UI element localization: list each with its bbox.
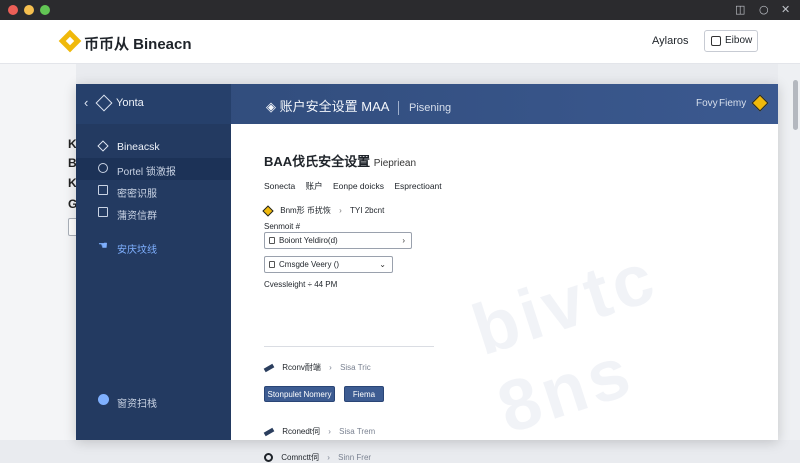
close-window-button[interactable]: [8, 5, 18, 15]
header-link-1[interactable]: Fovy: [696, 98, 718, 109]
chevron-right-icon: ›: [327, 453, 330, 462]
info-icon: [98, 394, 109, 405]
select-box-2[interactable]: Cmsgde Veery () ⌄: [264, 256, 393, 273]
sidebar-item-portal[interactable]: Portel 锁激报: [76, 158, 231, 180]
breadcrumb: ◈ 账户安全设置 MAA Pisening: [266, 96, 451, 115]
cube-icon: [97, 140, 109, 152]
breadcrumb-extra: MAA: [361, 99, 389, 114]
close-icon[interactable]: ✕: [781, 3, 790, 16]
sidebar-item-label: 密密识服: [117, 189, 157, 200]
tab-devices[interactable]: Eonpe doicks: [333, 181, 384, 191]
crumb-right[interactable]: TYI 2bcnt: [350, 206, 384, 215]
circle-icon[interactable]: ○: [759, 3, 769, 16]
sidebar-item-label: 安庆坟线: [117, 245, 157, 256]
main-content: bivtc 8ns BAA伐氏安全设置 Piepriean Sonecta 账户…: [231, 124, 778, 463]
breadcrumb-title: 账户安全设置: [279, 99, 358, 114]
security-settings-dialog: ‹ Yonta ◈ 账户安全设置 MAA Pisening Fovy Fiemy…: [76, 84, 778, 463]
server-icon: [98, 207, 108, 217]
tab-account[interactable]: 账户: [306, 181, 323, 191]
sidebar-item-home[interactable]: Bineacsk: [76, 136, 231, 158]
tab-security[interactable]: Sonecta: [264, 181, 295, 191]
dialog-header-nav: ‹ Yonta: [76, 84, 231, 124]
circle-icon: [264, 453, 273, 463]
timestamp: Cvessleight ÷ 44 PM: [264, 280, 338, 289]
primary-button[interactable]: Stonpulet Nomery: [264, 386, 335, 402]
sidebar-item-password[interactable]: 密密识服: [76, 180, 231, 202]
chevron-right-icon: ›: [329, 363, 332, 372]
sidebar-item-help[interactable]: 窗资扫栈: [76, 390, 231, 412]
scrollbar-thumb[interactable]: [793, 80, 798, 130]
sidebar-item-label: Bineacsk: [117, 141, 160, 153]
page-title: BAA伐氏安全设置 Piepriean: [264, 151, 416, 170]
setting-row-value: Sisa Trem: [339, 427, 376, 436]
header-button-label: Eibow: [725, 35, 753, 46]
sidebar-item-label: Portel 锁激报: [117, 167, 176, 178]
restore-icon[interactable]: ◫: [735, 3, 745, 16]
pen-icon: [263, 427, 275, 437]
setting-row-label: Comnctt伺: [281, 453, 320, 462]
chevron-right-icon: ›: [402, 236, 405, 245]
select-box-1[interactable]: Boiont Yeldiro(d) ›: [264, 232, 412, 249]
binance-badge-icon[interactable]: [751, 94, 769, 112]
setting-row-label: Rconedt伺: [282, 427, 321, 436]
maximize-window-button[interactable]: [40, 5, 50, 15]
select-box-2-value: Cmsgde Veery (): [279, 260, 340, 269]
crumb-left[interactable]: Bnm形 币扰恢: [280, 206, 331, 215]
pen-icon: [263, 363, 275, 373]
header-button[interactable]: Eibow: [704, 30, 758, 52]
chevron-down-icon: ⌄: [379, 260, 386, 269]
lock-icon: [269, 261, 275, 268]
field-label: Senmoit #: [264, 222, 301, 231]
brand-name[interactable]: 币币从 Bineacn: [84, 33, 192, 54]
pointer-icon: ☚: [98, 240, 108, 252]
brand-logo-icon[interactable]: [58, 29, 82, 53]
list-icon: [98, 185, 108, 195]
diamond-icon: ◈: [266, 99, 276, 114]
chevron-right-icon: ›: [328, 427, 331, 436]
lock-icon: [269, 237, 275, 244]
sidebar-item-label: 窗资扫栈: [117, 399, 157, 410]
dialog-header: ‹ Yonta ◈ 账户安全设置 MAA Pisening Fovy Fiemy: [76, 84, 778, 124]
setting-row-value: Sisa Tric: [340, 363, 371, 372]
background-page-left: [0, 64, 76, 440]
app-header: 币币从 Bineacn Aylaros Eibow: [0, 20, 800, 64]
setting-row[interactable]: Rconv耐端 › Sisa Tric: [263, 362, 371, 373]
window-titlebar: ◫ ○ ✕: [0, 0, 800, 20]
secondary-button[interactable]: Fiema: [344, 386, 384, 402]
page-title-suffix: Piepriean: [373, 158, 417, 169]
watermark: bivtc 8ns: [463, 236, 667, 449]
breadcrumb-sub[interactable]: Pisening: [409, 102, 451, 114]
nav-title: Yonta: [116, 97, 144, 109]
sidebar: Bineacsk Portel 锁激报 密密识服 蒲资信群 ☚ 安庆坟线 窗资扫…: [76, 124, 231, 440]
setting-row-label: Rconv耐端: [282, 363, 321, 372]
sidebar-item-label: 蒲资信群: [117, 211, 157, 222]
breadcrumb-divider: [398, 100, 400, 115]
diamond-icon: [262, 205, 274, 217]
setting-row[interactable]: Rconedt伺 › Sisa Trem: [263, 426, 376, 437]
sidebar-item-security[interactable]: ☚ 安庆坟线: [76, 236, 231, 258]
chevron-right-icon: ›: [339, 206, 342, 215]
sidebar-item-devices[interactable]: 蒲资信群: [76, 202, 231, 224]
minimize-window-button[interactable]: [24, 5, 34, 15]
crumb-row: Bnm形 币扰恢 › TYI 2bcnt: [262, 205, 384, 217]
tab-bar: Sonecta 账户 Eonpe doicks Esprectioant: [264, 180, 450, 192]
tab-exceptions[interactable]: Esprectioant: [394, 181, 441, 191]
user-icon: [711, 36, 721, 46]
search-icon: [98, 163, 108, 173]
header-link[interactable]: Aylaros: [652, 35, 688, 47]
setting-row-value: Sinn Frer: [338, 453, 372, 462]
page-title-main: BAA伐氏安全设置: [264, 154, 371, 169]
header-link-2[interactable]: Fiemy: [719, 98, 746, 109]
divider: [264, 346, 434, 347]
cube-icon: [95, 94, 113, 112]
setting-row[interactable]: Comnctt伺 › Sinn Frer: [264, 452, 371, 463]
select-box-1-value: Boiont Yeldiro(d): [279, 236, 338, 245]
back-chevron-icon[interactable]: ‹: [84, 95, 88, 110]
